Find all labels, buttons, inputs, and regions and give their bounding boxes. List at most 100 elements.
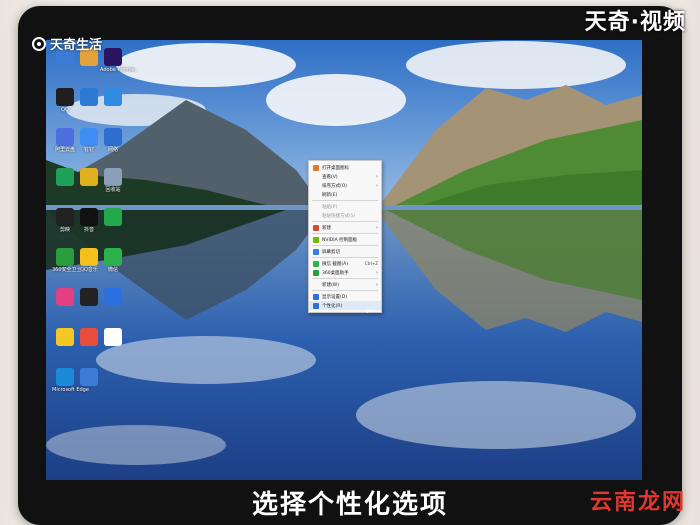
menu-item-label: 360桌面助手: [322, 270, 349, 276]
app-icon: [56, 208, 74, 226]
menu-item-label: 粘贴快捷方式(S): [322, 213, 356, 219]
desktop-icon[interactable]: 抖音: [76, 208, 102, 233]
desktop-icon-label: 网络: [107, 147, 118, 153]
desktop-icon-label: Adobe Premie..: [100, 67, 138, 73]
desktop-icon[interactable]: Microsoft Edge: [52, 368, 89, 393]
desktop-icon[interactable]: 回收站: [100, 168, 126, 193]
desktop-context-menu: 打开桌面图标 查看(V) › 排序方式(O) › 刷新(E) 粘贴(P) 粘贴快捷方式(S) 新…: [308, 160, 382, 313]
app-icon: [104, 168, 122, 186]
menu-item-icon: [313, 192, 319, 198]
desktop-icon-label: QQ: [61, 107, 69, 113]
context-menu-item[interactable]: 刷新(E): [309, 190, 381, 199]
app-icon: [104, 88, 122, 106]
menu-item-label: 查看(V): [322, 174, 338, 180]
menu-separator: [312, 245, 378, 246]
menu-item-icon: [313, 204, 319, 210]
desktop-screen[interactable]: Adobe Premie.. QQ 阿里云盘 钉钉 网络回收站剪映 抖音 360安全卫士 QQ…: [46, 40, 642, 480]
desktop-icon-label: Microsoft Edge: [52, 387, 89, 393]
desktop-icon[interactable]: 360安全卫士: [52, 248, 82, 273]
context-menu-item[interactable]: 查看(V) ›: [309, 172, 381, 181]
menu-item-label: 粘贴(P): [322, 204, 338, 210]
brand-ring-icon: [32, 36, 46, 51]
desktop-icon[interactable]: [52, 328, 78, 347]
menu-item-icon: [313, 260, 319, 267]
context-menu-item[interactable]: 新建(W) ›: [309, 280, 381, 289]
app-icon: [56, 168, 74, 186]
context-menu-item[interactable]: 排序方式(O) ›: [309, 181, 381, 190]
desktop-icon[interactable]: [76, 168, 102, 187]
desktop-icon[interactable]: [76, 328, 102, 347]
desktop-icon[interactable]: 钉钉: [76, 128, 102, 153]
app-icon: [104, 288, 122, 306]
context-menu-item[interactable]: 新建 ›: [309, 223, 381, 232]
menu-separator: [312, 257, 378, 258]
context-menu-item[interactable]: 微信 截图(A) Ctrl+Z: [309, 259, 381, 268]
desktop-icon-label: 回收站: [105, 187, 121, 193]
menu-separator: [312, 200, 378, 201]
context-menu-item[interactable]: 打开桌面图标: [309, 163, 381, 172]
menu-item-icon: [313, 224, 319, 231]
desktop-icon[interactable]: QQ音乐: [76, 248, 102, 273]
app-icon: [56, 88, 74, 106]
context-menu-item[interactable]: NVIDIA 控制面板: [309, 235, 381, 244]
context-menu-item: 粘贴(P): [309, 202, 381, 211]
mouse-cursor-icon: ➤: [366, 307, 372, 315]
menu-item-label: 显示设置(D): [322, 294, 347, 300]
menu-separator: [312, 233, 378, 234]
menu-item-label: 新建(W): [322, 282, 339, 288]
app-icon: [80, 328, 98, 346]
app-icon: [56, 288, 74, 306]
context-menu-item[interactable]: 360桌面助手 ›: [309, 268, 381, 277]
desktop-icon[interactable]: 阿里云盘: [52, 128, 78, 153]
desktop-icon[interactable]: [76, 368, 102, 387]
desktop-icon[interactable]: [76, 288, 102, 307]
submenu-arrow-icon: ›: [376, 173, 378, 180]
menu-item-icon: [313, 183, 319, 189]
desktop-icon[interactable]: [100, 208, 126, 227]
menu-item-label: 新建: [322, 225, 331, 231]
context-menu-item[interactable]: 屏幕剪切: [309, 247, 381, 256]
desktop-icon[interactable]: [100, 88, 126, 107]
brand-logo-top-left: 天奇生活: [32, 34, 102, 53]
menu-item-icon: [313, 236, 319, 243]
desktop-icon[interactable]: 微信: [100, 248, 126, 273]
menu-item-label: 刷新(E): [322, 192, 338, 198]
desktop-icon-label: 微信: [107, 267, 118, 273]
submenu-arrow-icon: ›: [376, 182, 378, 189]
menu-item-icon: [313, 174, 319, 180]
app-icon: [104, 48, 122, 66]
brand-logo-text: 天奇生活: [50, 38, 103, 53]
desktop-icon[interactable]: 剪映: [52, 208, 78, 233]
desktop-icon[interactable]: Adobe Premie..: [100, 48, 138, 73]
app-icon: [56, 328, 74, 346]
menu-item-label: 微信 截图(A): [322, 261, 349, 267]
desktop-icon-label: QQ音乐: [80, 267, 98, 273]
menu-item-icon: [313, 269, 319, 276]
context-menu-item[interactable]: 显示设置(D): [309, 292, 381, 301]
desktop-icon[interactable]: [52, 168, 78, 187]
desktop-icon-label: 钉钉: [83, 147, 94, 153]
app-icon: [56, 368, 74, 386]
app-icon: [80, 368, 98, 386]
menu-separator: [312, 290, 378, 291]
desktop-icon[interactable]: [100, 288, 126, 307]
menu-item-label: 排序方式(O): [322, 183, 348, 189]
app-icon: [80, 288, 98, 306]
desktop-icon[interactable]: [76, 88, 102, 107]
app-icon: [80, 248, 98, 266]
watermark-text: 云南龙网: [589, 490, 686, 515]
menu-item-icon: [313, 248, 319, 255]
menu-item-icon: [313, 282, 319, 288]
app-icon: [56, 248, 74, 266]
app-icon: [104, 128, 122, 146]
desktop-icon[interactable]: QQ: [52, 88, 78, 113]
app-icon: [104, 328, 122, 346]
desktop-icon[interactable]: [52, 288, 78, 307]
menu-separator: [312, 221, 378, 222]
menu-item-shortcut: Ctrl+Z: [364, 261, 378, 266]
app-icon: [80, 88, 98, 106]
menu-item-label: 打开桌面图标: [322, 165, 349, 171]
menu-item-icon: [313, 302, 319, 309]
desktop-icon[interactable]: 网络: [100, 128, 126, 153]
desktop-icon[interactable]: [100, 328, 126, 347]
